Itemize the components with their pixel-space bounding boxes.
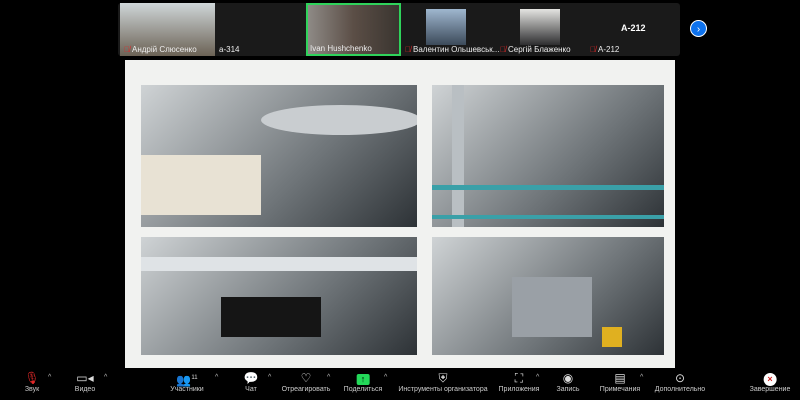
participant-strip: 🎙̸ Андрій Слюсенко а-314 Ivan Hushchenko … [118, 3, 680, 56]
participants-icon: 👥11 [176, 373, 198, 387]
heart-icon: ♡ [300, 371, 312, 385]
notes-icon: ▤ [614, 371, 626, 385]
record-button[interactable]: ◉ Запись [557, 370, 580, 393]
end-button[interactable]: × Завершение [749, 370, 791, 393]
participants-label: Участники [170, 386, 204, 393]
record-icon: ◉ [562, 371, 574, 385]
participant-name: А-212 [598, 45, 620, 54]
share-options-caret[interactable]: ^ [384, 374, 387, 381]
notes-label: Примечания [599, 386, 641, 393]
participant-avatar [520, 9, 560, 45]
shared-photo-1 [141, 85, 417, 227]
share-arrow-icon: ↑ [356, 374, 370, 385]
shared-photo-2 [432, 85, 664, 227]
host-tools-button[interactable]: ⛨ Инструменты организатора [398, 370, 487, 393]
video-label: Видео [74, 386, 96, 393]
mic-off-icon: 🎙̸ [590, 45, 596, 54]
participant-avatar [426, 9, 466, 45]
video-camera-icon: ▭◂ [76, 371, 94, 385]
participant-name: Валентин Ольшевськ... [413, 45, 500, 54]
apps-options-caret[interactable]: ^ [536, 374, 539, 381]
participant-name: Ivan Hushchenko [310, 44, 372, 53]
participant-tile[interactable]: 🎙̸ Андрій Слюсенко [120, 3, 215, 56]
participants-button[interactable]: 👥11 Участники [170, 370, 203, 393]
participants-count: 11 [191, 375, 198, 381]
video-options-caret[interactable]: ^ [104, 374, 107, 381]
participant-tile[interactable]: 🎙̸ Валентин Ольшевськ... [401, 3, 500, 56]
end-label: Завершение [749, 386, 791, 393]
participants-options-caret[interactable]: ^ [215, 374, 218, 381]
chat-options-caret[interactable]: ^ [268, 374, 271, 381]
mute-button[interactable]: 🎙 Звук [24, 370, 39, 393]
notes-button[interactable]: ▤ Примечания [600, 370, 640, 393]
record-label: Запись [556, 386, 580, 393]
share-button[interactable]: ↑ Поделиться [343, 370, 383, 393]
shared-photo-4 [432, 237, 664, 355]
mute-label: Звук [24, 386, 40, 393]
participant-tile[interactable]: а-314 [215, 3, 305, 56]
share-label: Поделиться [343, 386, 383, 393]
participant-tile[interactable]: 🎙̸ Сергій Блаженко [496, 3, 586, 56]
mute-options-caret[interactable]: ^ [48, 374, 51, 381]
mic-off-icon: 🎙̸ [500, 45, 506, 54]
react-button[interactable]: ♡ Отреагировать [282, 370, 331, 393]
participant-name: Сергій Блаженко [508, 45, 571, 54]
participant-tile-active[interactable]: Ivan Hushchenko [306, 3, 401, 56]
close-icon: × [763, 373, 777, 386]
mic-off-icon: 🎙̸ [124, 45, 130, 54]
more-icon: ⊙ [674, 371, 686, 385]
participant-name: Андрій Слюсенко [132, 45, 197, 54]
notes-options-caret[interactable]: ^ [640, 374, 643, 381]
shield-icon: ⛨ [438, 371, 448, 385]
meeting-toolbar: 🎙 Звук ^ ▭◂ Видео ^ 👥11 Участники ^ 💬 Чат ^ … [0, 368, 800, 400]
chat-button[interactable]: 💬 Чат [244, 370, 259, 393]
react-options-caret[interactable]: ^ [327, 374, 330, 381]
video-button[interactable]: ▭◂ Видео [75, 370, 95, 393]
participant-name: а-314 [219, 45, 240, 54]
mic-off-icon: 🎙 [24, 371, 40, 385]
more-button[interactable]: ⊙ Дополнительно [655, 370, 705, 393]
apps-icon: ⛶ [514, 371, 524, 385]
more-label: Дополнительно [654, 386, 706, 393]
shared-screen [125, 60, 675, 368]
shared-photo-3 [141, 237, 417, 355]
apps-button[interactable]: ⛶ Приложения [499, 370, 540, 393]
next-page-chevron-icon[interactable]: › [690, 20, 707, 37]
chat-label: Чат [245, 386, 257, 393]
react-label: Отреагировать [281, 386, 331, 393]
mic-off-icon: 🎙̸ [405, 45, 411, 54]
apps-label: Приложения [498, 386, 540, 393]
host-tools-label: Инструменты организатора [398, 386, 488, 393]
participant-initial-label: А-212 [621, 23, 646, 33]
participant-tile[interactable]: А-212 🎙̸ А-212 [586, 3, 678, 56]
chat-icon: 💬 [243, 371, 259, 385]
